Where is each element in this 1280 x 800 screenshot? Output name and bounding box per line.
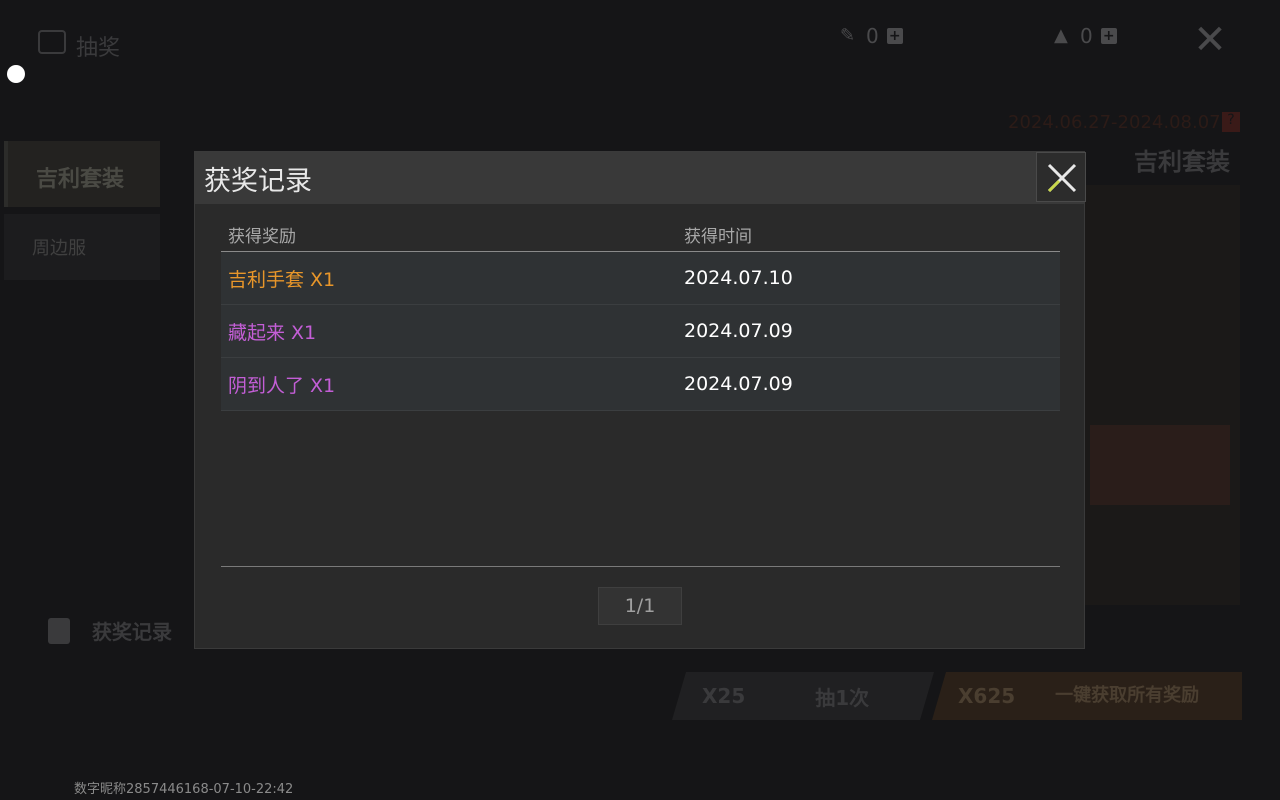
set-name: 吉利套装 — [1134, 148, 1230, 176]
draw-one-cost: X25 — [702, 684, 746, 708]
feather-icon: ✎ — [840, 25, 856, 46]
close-icon[interactable]: ✕ — [1192, 20, 1228, 60]
close-icon — [1047, 163, 1077, 193]
table-header: 获得奖励 获得时间 — [221, 222, 1060, 252]
add-currency-icon[interactable]: + — [1100, 28, 1117, 44]
currency-amount: 0 — [1080, 24, 1093, 48]
help-icon[interactable]: ? — [1222, 112, 1240, 132]
notebook-icon — [48, 617, 70, 644]
currency-amount: 0 — [866, 24, 879, 48]
reward-cell: 藏起来 X1 — [228, 321, 317, 344]
draw-all-label: 一键获取所有奖励 — [1055, 685, 1200, 706]
table-row: 吉利手套 X1 2024.07.10 — [221, 252, 1060, 305]
record-link[interactable]: 获奖记录 — [48, 616, 172, 645]
event-dates: 2024.06.27-2024.08.07 — [1008, 112, 1221, 133]
award-record-dialog: 获奖记录 获得奖励 获得时间 吉利手套 X1 2024.07.10 藏起来 X1… — [194, 151, 1086, 649]
table-row: 阴到人了 X1 2024.07.09 — [221, 358, 1060, 411]
header-title: 抽奖 — [76, 36, 121, 61]
lottery-icon — [38, 30, 66, 54]
column-time: 获得时间 — [684, 227, 752, 247]
player-id-footer: 数字昵称2857446168-07-10-22:42 — [74, 782, 294, 797]
draw-one-button[interactable]: X25 抽1次 — [672, 672, 934, 720]
currency-feather: ✎ 0 + — [840, 24, 903, 48]
table-row: 藏起来 X1 2024.07.09 — [221, 305, 1060, 358]
dialog-title: 获奖记录 — [204, 166, 312, 197]
record-label: 获奖记录 — [92, 620, 172, 644]
table-empty-area — [221, 411, 1060, 567]
reward-cell: 阴到人了 X1 — [228, 374, 336, 397]
record-table: 获得奖励 获得时间 吉利手套 X1 2024.07.10 藏起来 X1 2024… — [221, 222, 1060, 567]
draw-one-label: 抽1次 — [815, 685, 870, 710]
floating-dot[interactable] — [7, 65, 25, 83]
column-reward: 获得奖励 — [228, 227, 296, 247]
character-artwork — [1080, 185, 1240, 605]
page-indicator[interactable]: 1/1 — [598, 587, 682, 625]
dialog-header: 获奖记录 — [195, 152, 1086, 204]
add-currency-icon[interactable]: + — [886, 28, 903, 44]
currency-gem: ▲ 0 + — [1054, 24, 1117, 48]
tab-merch[interactable]: 周边服 — [4, 214, 160, 280]
tab-lucky-set[interactable]: 吉利套装 — [4, 141, 160, 207]
time-cell: 2024.07.09 — [684, 320, 793, 342]
time-cell: 2024.07.09 — [684, 373, 793, 395]
warning-gem-icon: ▲ — [1054, 25, 1068, 46]
time-cell: 2024.07.10 — [684, 267, 793, 289]
draw-all-cost: X625 — [958, 684, 1016, 708]
reward-cell: 吉利手套 X1 — [228, 268, 336, 291]
draw-all-button[interactable]: X625 一键获取所有奖励 — [932, 672, 1242, 720]
close-button[interactable] — [1036, 152, 1086, 202]
